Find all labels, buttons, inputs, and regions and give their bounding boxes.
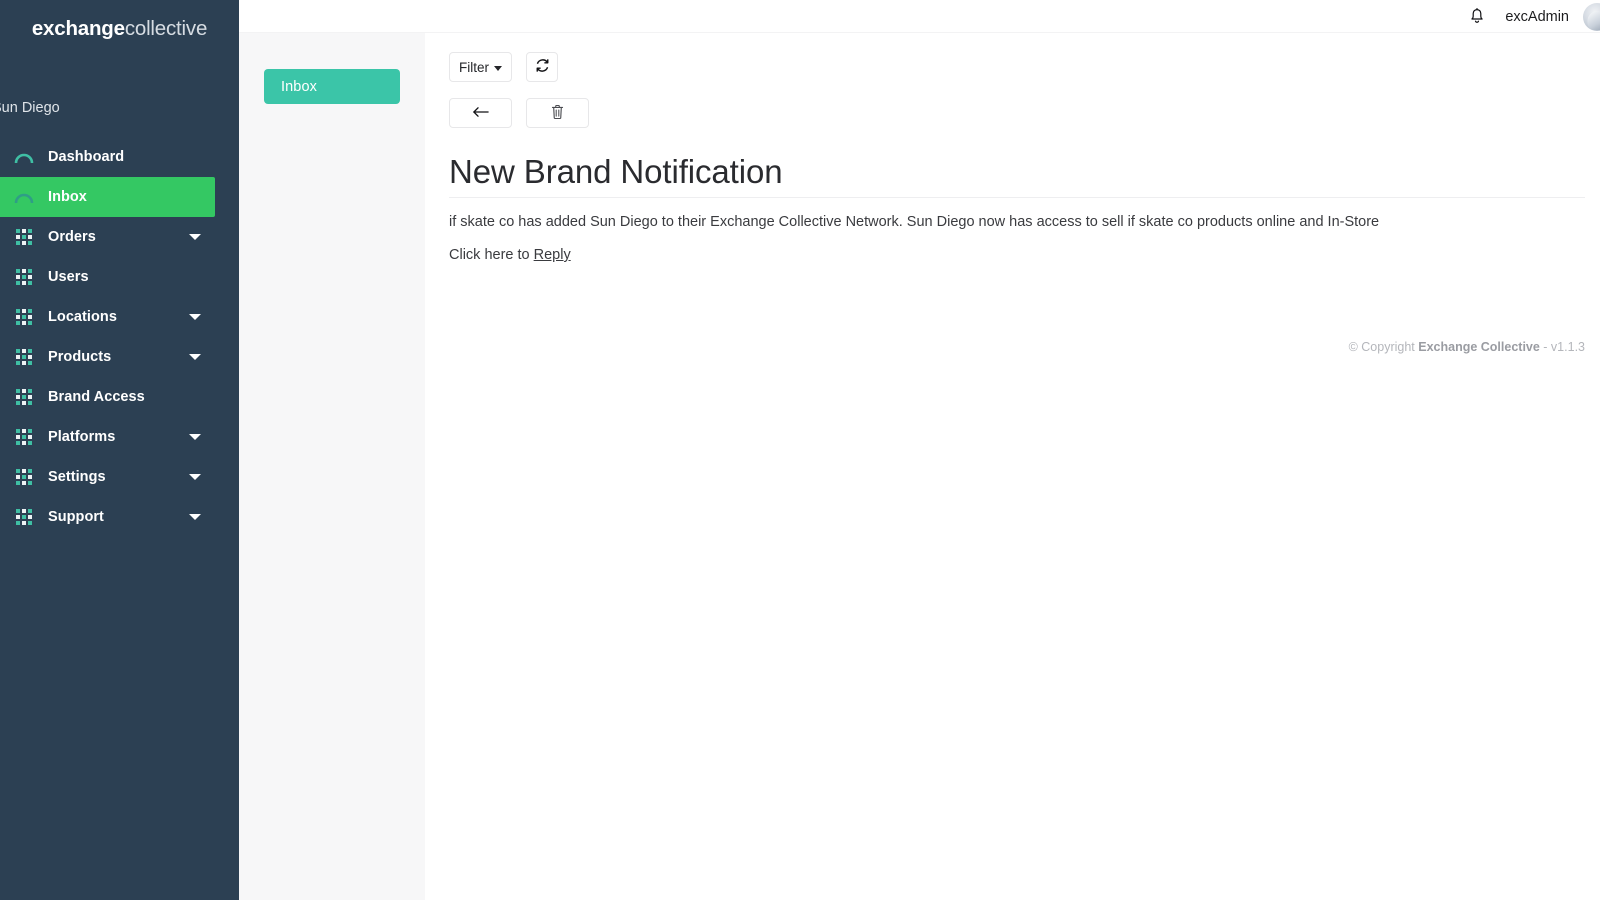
- arc-gauge-icon: [0, 191, 48, 204]
- chevron-down-icon[interactable]: [189, 314, 201, 320]
- message-body: if skate co has added Sun Diego to their…: [449, 211, 1379, 233]
- sidebar-item-label: Support: [48, 509, 104, 525]
- sidebar-item-inbox[interactable]: Inbox: [0, 177, 215, 217]
- brand-logo[interactable]: exchangecollective: [0, 0, 239, 52]
- copyright-version: - v1.1.3: [1540, 340, 1585, 354]
- grid-dots-icon: [0, 429, 48, 444]
- sidebar-item-label: Inbox: [48, 189, 87, 205]
- grid-dots-icon: [0, 309, 48, 324]
- brand-name-light: collective: [125, 17, 207, 40]
- sidebar-item-settings[interactable]: Settings: [0, 457, 239, 497]
- sidebar-item-label: Locations: [48, 309, 117, 325]
- filter-button[interactable]: Filter: [449, 52, 512, 82]
- sidebar-item-users[interactable]: Users: [0, 257, 239, 297]
- arrow-left-icon: [472, 106, 489, 121]
- sidebar-item-label: Products: [48, 349, 111, 365]
- back-button[interactable]: [449, 98, 512, 128]
- app-root: exchangecollective Sun Diego Dashboard: [0, 0, 1600, 900]
- trash-icon: [551, 104, 564, 123]
- tenant-name: Sun Diego: [0, 98, 239, 118]
- chevron-down-icon[interactable]: [189, 514, 201, 520]
- copyright-prefix: © Copyright: [1349, 340, 1419, 354]
- sidebar-item-products[interactable]: Products: [0, 337, 239, 377]
- reply-line: Click here to Reply: [449, 247, 571, 263]
- avatar[interactable]: [1583, 3, 1600, 31]
- sidebar-item-platforms[interactable]: Platforms: [0, 417, 239, 457]
- grid-dots-icon: [0, 389, 48, 404]
- sidebar-item-support[interactable]: Support: [0, 497, 239, 537]
- arc-gauge-icon: [0, 151, 48, 164]
- bell-icon[interactable]: [1459, 0, 1495, 33]
- chevron-down-icon[interactable]: [189, 354, 201, 360]
- message-list-panel: Inbox: [239, 33, 425, 900]
- title-divider: [449, 197, 1585, 198]
- sidebar-nav: Dashboard Inbox Orders: [0, 137, 239, 537]
- copyright-company: Exchange Collective: [1418, 340, 1540, 354]
- grid-dots-icon: [0, 349, 48, 364]
- refresh-icon: [535, 58, 550, 76]
- page-title: New Brand Notification: [449, 153, 782, 191]
- sidebar-item-dashboard[interactable]: Dashboard: [0, 137, 239, 177]
- sidebar-item-locations[interactable]: Locations: [0, 297, 239, 337]
- folder-inbox-button[interactable]: Inbox: [264, 69, 400, 104]
- grid-dots-icon: [0, 269, 48, 284]
- grid-dots-icon: [0, 509, 48, 524]
- delete-button[interactable]: [526, 98, 589, 128]
- filter-button-label: Filter: [459, 60, 489, 75]
- chevron-down-icon[interactable]: [189, 474, 201, 480]
- sidebar-item-orders[interactable]: Orders: [0, 217, 239, 257]
- toolbar-primary: Filter: [449, 52, 558, 82]
- refresh-button[interactable]: [526, 52, 558, 82]
- top-bar-actions: excAdmin: [1459, 0, 1600, 33]
- sidebar-item-label: Platforms: [48, 429, 115, 445]
- chevron-down-icon: [494, 66, 502, 71]
- chevron-down-icon[interactable]: [189, 434, 201, 440]
- folder-inbox-label: Inbox: [281, 79, 317, 95]
- grid-dots-icon: [0, 469, 48, 484]
- main-content: Filter: [425, 33, 1600, 900]
- toolbar-secondary: [449, 98, 589, 128]
- sidebar-item-brand-access[interactable]: Brand Access: [0, 377, 239, 417]
- reply-prefix: Click here to: [449, 247, 534, 263]
- sidebar-item-label: Dashboard: [48, 149, 124, 165]
- reply-link[interactable]: Reply: [534, 247, 571, 263]
- sidebar-item-label: Brand Access: [48, 389, 145, 405]
- top-bar: excAdmin: [239, 0, 1600, 33]
- brand-name-strong: exchange: [32, 17, 125, 40]
- grid-dots-icon: [0, 229, 48, 244]
- footer-copyright: © Copyright Exchange Collective - v1.1.3: [1349, 340, 1585, 354]
- sidebar-item-label: Users: [48, 269, 89, 285]
- username-label[interactable]: excAdmin: [1495, 9, 1583, 25]
- sidebar: exchangecollective Sun Diego Dashboard: [0, 0, 239, 900]
- sidebar-item-label: Orders: [48, 229, 96, 245]
- sidebar-item-label: Settings: [48, 469, 106, 485]
- chevron-down-icon[interactable]: [189, 234, 201, 240]
